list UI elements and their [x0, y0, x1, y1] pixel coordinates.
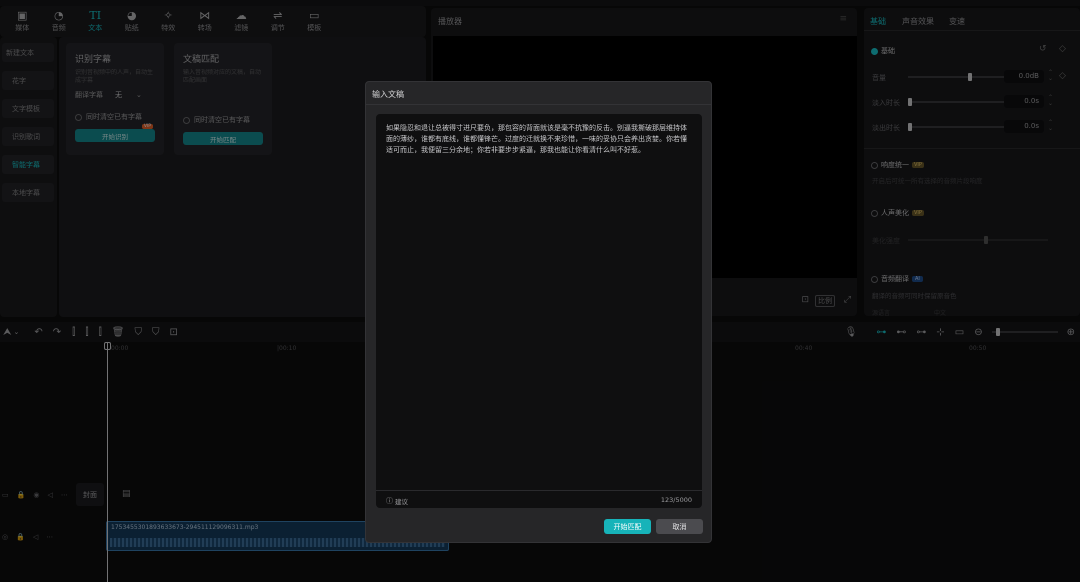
start-match-confirm-button[interactable]: 开始匹配	[604, 519, 651, 534]
hint-label: 建议	[395, 498, 408, 506]
textarea-footer: ⓘ 建议 123/5000	[376, 490, 702, 508]
cancel-button[interactable]: 取消	[656, 519, 703, 534]
input-script-dialog: 输入文稿 如果隐忍和退让总被得寸进尺要负，那包容的背面就该是毫不抗豫的反击。别逼…	[365, 81, 712, 543]
button-label: 取消	[672, 522, 687, 531]
hint-button[interactable]: ⓘ 建议	[386, 496, 408, 506]
dialog-title: 输入文稿	[372, 90, 404, 99]
dialog-divider	[366, 104, 711, 105]
button-label: 开始匹配	[613, 522, 642, 531]
char-count: 123/5000	[660, 496, 692, 504]
info-icon: ⓘ	[386, 497, 393, 505]
script-textarea[interactable]: 如果隐忍和退让总被得寸进尺要负，那包容的背面就该是毫不抗豫的反击。别逼我撕破那层…	[376, 114, 702, 508]
script-text[interactable]: 如果隐忍和退让总被得寸进尺要负，那包容的背面就该是毫不抗豫的反击。别逼我撕破那层…	[386, 123, 692, 156]
